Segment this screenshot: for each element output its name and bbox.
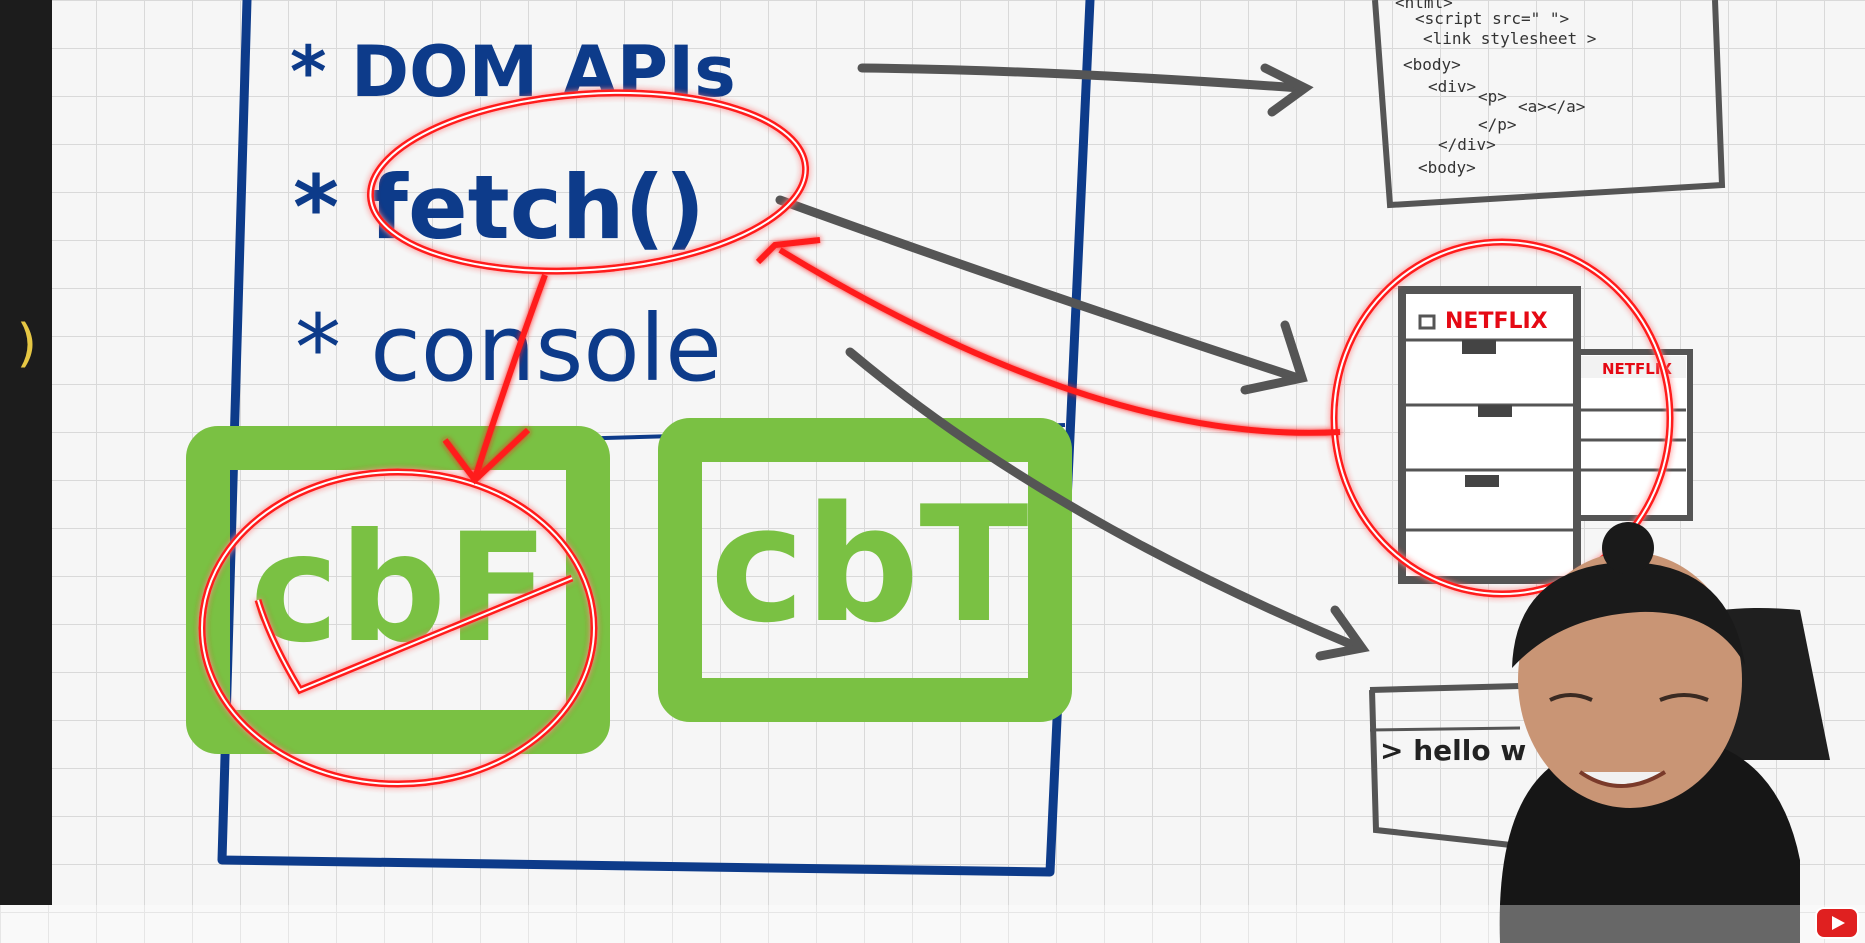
youtube-icon[interactable]	[1817, 909, 1857, 937]
html-line: <link stylesheet >	[1423, 29, 1596, 48]
html-line: <p>	[1478, 87, 1507, 106]
html-line: </div>	[1438, 135, 1496, 154]
sketch-layer: * DOM APIs * fetch() * console cbF cbT <…	[186, 0, 1830, 943]
arrow-dom-to-html	[857, 63, 1305, 93]
html-line: <a></a>	[1518, 97, 1585, 116]
callback-cbf: cbF	[186, 426, 610, 754]
callback-cbt: cbT	[658, 418, 1072, 722]
arrow-fetch-to-netflix	[775, 195, 1303, 383]
item-fetch: * fetch()	[293, 156, 705, 259]
html-line: <div>	[1428, 77, 1476, 96]
whiteboard-canvas: ) * DOM APIs * fetch() * console cbF cbT…	[0, 0, 1865, 943]
html-line: <body>	[1403, 55, 1461, 74]
arrow-fetch-to-netflix-head	[1240, 320, 1308, 395]
cbt-label: cbT	[710, 471, 1029, 658]
runtime-items: * DOM APIs * fetch() * console	[290, 31, 736, 402]
netflix-brand-primary: NETFLIX	[1445, 309, 1548, 334]
html-line: <body>	[1418, 158, 1476, 177]
html-document: <html> <script src=" "> <link stylesheet…	[1372, 0, 1726, 209]
console-output: > hello w	[1380, 734, 1526, 767]
html-line: <script src=" ">	[1415, 9, 1569, 28]
console-panel: > hello w	[1369, 683, 1526, 849]
page-bottom-band	[0, 905, 1865, 943]
netflix-to-fetch-line	[755, 237, 1341, 436]
html-line: </p>	[1478, 115, 1517, 134]
presenter-image	[1499, 522, 1830, 943]
